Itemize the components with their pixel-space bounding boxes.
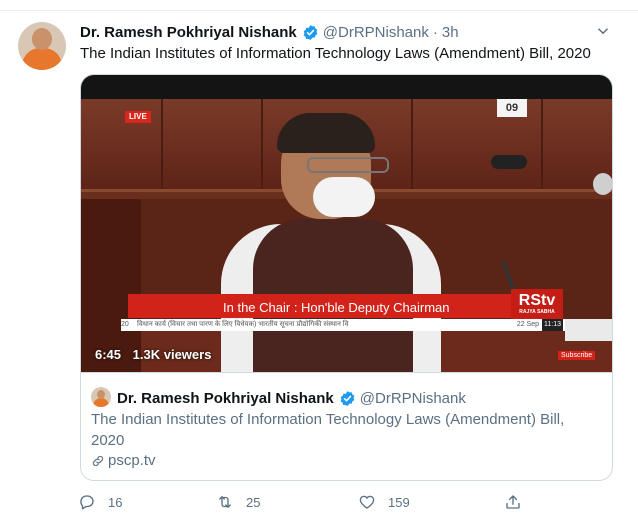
- rstv-logo-sub: RAJYA SABHA: [519, 309, 555, 315]
- wall-panel: [411, 99, 413, 189]
- card-link-text: pscp.tv: [108, 452, 156, 469]
- share-button[interactable]: [504, 491, 534, 513]
- author-handle[interactable]: @DrRPNishank: [323, 24, 429, 41]
- like-button[interactable]: 159: [358, 491, 410, 513]
- person-hair: [277, 113, 375, 153]
- share-icon: [506, 495, 520, 509]
- viewer-count: 1.3K viewers: [132, 347, 212, 362]
- separator-dot: ·: [432, 23, 438, 41]
- retweet-icon: [219, 496, 231, 508]
- retweet-count: 25: [246, 494, 261, 510]
- ticker-number: 20: [121, 321, 129, 328]
- video-player[interactable]: 09 LIVE In the Chair : Hon'ble Deputy Ch…: [81, 75, 612, 372]
- papers: [565, 319, 612, 341]
- reply-button[interactable]: 16: [78, 491, 122, 513]
- reply-count: 16: [108, 494, 123, 510]
- avatar[interactable]: [18, 22, 66, 70]
- card-avatar-body: [93, 398, 109, 407]
- subscribe-badge: Subscribe: [558, 351, 596, 360]
- tweet-actions: 16 25 159: [78, 491, 538, 513]
- chevron-down-icon[interactable]: [594, 22, 612, 40]
- ticker-text: विधान कार्य (विचार तथा पारण के लिए विधेय…: [137, 321, 349, 328]
- card-title: The Indian Institutes of Information Tec…: [91, 411, 565, 449]
- news-ticker: 20 विधान कार्य (विचार तथा पारण के लिए वि…: [121, 319, 565, 331]
- wall-panel: [261, 99, 263, 189]
- card-avatar-face: [97, 390, 105, 399]
- ticker-date: 22 Sep: [516, 321, 539, 328]
- avatar-face: [32, 28, 52, 50]
- lower-third-text: In the Chair : Hon'ble Deputy Chairman: [223, 300, 450, 315]
- card-link[interactable]: pscp.tv: [91, 452, 156, 469]
- live-badge: LIVE: [125, 111, 151, 123]
- video-card[interactable]: 09 LIVE In the Chair : Hon'ble Deputy Ch…: [80, 74, 613, 481]
- wall-panel: [541, 99, 543, 189]
- tweet-header: Dr. Ramesh Pokhriyal Nishank @DrRPNishan…: [80, 21, 459, 43]
- wall-panel: [161, 99, 163, 189]
- ticker-time: 11:13: [542, 319, 563, 331]
- rstv-logo-text: RStv: [518, 292, 556, 309]
- card-avatar: [91, 387, 111, 407]
- video-stats: 6:45 1.3K viewers: [95, 347, 219, 362]
- seat-number: 09: [497, 99, 527, 117]
- like-icon: [359, 495, 375, 509]
- retweet-button[interactable]: 25: [216, 491, 260, 513]
- person-mask: [313, 177, 375, 217]
- top-divider: [0, 0, 638, 11]
- card-author-handle: @DrRPNishank: [359, 389, 466, 407]
- like-count: 159: [388, 494, 410, 510]
- rstv-logo: RStv RAJYA SABHA: [511, 289, 563, 319]
- card-author-name: Dr. Ramesh Pokhriyal Nishank: [117, 389, 334, 407]
- card-header: Dr. Ramesh Pokhriyal Nishank @DrRPNishan…: [117, 387, 466, 409]
- verified-badge-icon: [303, 24, 318, 40]
- microphone: [491, 155, 527, 169]
- verified-badge-icon: [340, 390, 355, 406]
- avatar-body: [22, 48, 62, 70]
- person-glasses: [307, 157, 389, 173]
- video-frame: [81, 99, 612, 372]
- tweet[interactable]: Dr. Ramesh Pokhriyal Nishank @DrRPNishan…: [0, 0, 638, 520]
- author-name[interactable]: Dr. Ramesh Pokhriyal Nishank: [80, 24, 297, 41]
- card-details[interactable]: Dr. Ramesh Pokhriyal Nishank @DrRPNishan…: [81, 372, 612, 480]
- tweet-time[interactable]: 3h: [442, 24, 459, 41]
- video-duration: 6:45: [95, 347, 122, 362]
- reply-icon: [80, 495, 94, 510]
- link-icon: [92, 455, 104, 466]
- tweet-text: The Indian Institutes of Information Tec…: [80, 45, 591, 62]
- knob: [593, 173, 612, 195]
